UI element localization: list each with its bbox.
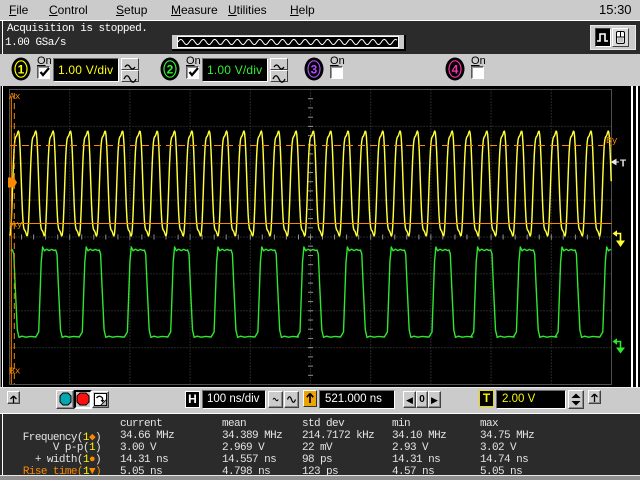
svg-text:By: By [606, 135, 618, 146]
svg-text:Ay: Ay [11, 219, 23, 230]
svg-text:T: T [620, 159, 626, 170]
svg-text:Bx: Bx [9, 366, 21, 377]
svg-text:Ax: Ax [9, 91, 21, 102]
